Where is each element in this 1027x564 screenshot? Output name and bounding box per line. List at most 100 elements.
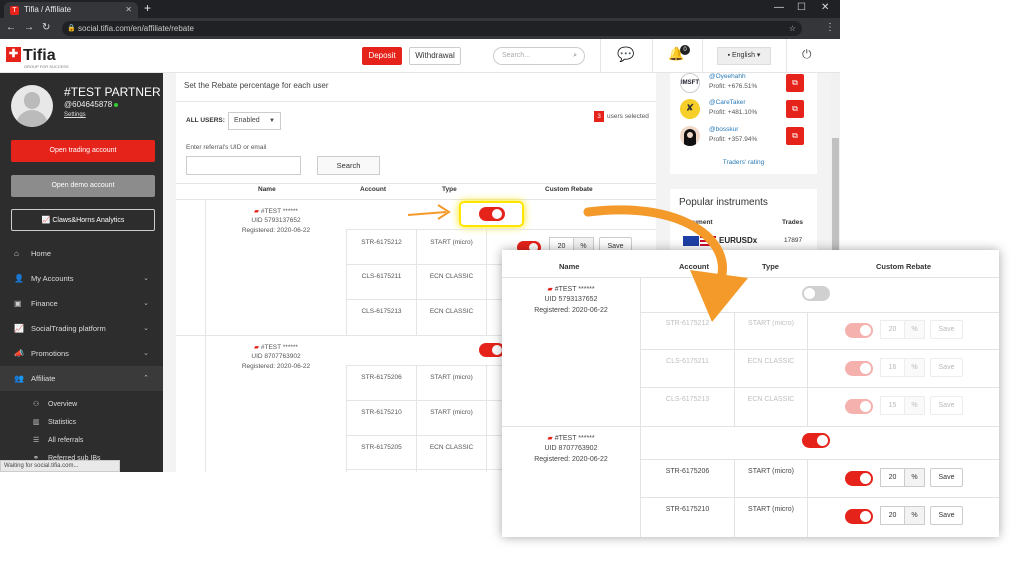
url-text: social.tifia.com/en/affiliate/rebate <box>78 24 194 33</box>
language-select[interactable]: ▪ English ▾ <box>717 47 771 65</box>
analytics-button[interactable]: 📈 Claws&Horns Analytics <box>11 209 155 231</box>
all-users-select[interactable]: Enabled ▼ <box>228 112 281 130</box>
sidebar-sub-statistics[interactable]: ▥ Statistics <box>0 414 163 432</box>
overview-icon: ⚇ <box>33 401 40 408</box>
account-type: START (micro) <box>430 409 473 416</box>
account-id: STR-6175205 <box>361 444 402 451</box>
tab-title: Tifia / Affiliate <box>24 5 72 14</box>
uid-label: Enter referral's UID or email <box>186 144 267 151</box>
sidebar-sub-overview[interactable]: ⚇ Overview <box>0 396 163 414</box>
bar-chart-icon: ▥ <box>33 419 40 426</box>
withdrawal-button[interactable]: Withdrawal <box>409 47 461 65</box>
caret-down-icon: ▼ <box>269 118 275 124</box>
sidebar-item-socialtrading[interactable]: 📈 SocialTrading platform ⌄ <box>0 316 163 341</box>
zoom-account-id: STR-6175212 <box>665 320 710 327</box>
zoom-account-toggle[interactable] <box>845 509 873 524</box>
zoom-account-id: STR-6175210 <box>665 506 710 513</box>
close-tab-icon[interactable]: ✕ <box>125 2 132 18</box>
flag-icon: ▰ <box>547 435 553 442</box>
save-button[interactable]: Save <box>930 506 963 525</box>
logout-icon[interactable]: ⏻ <box>802 47 812 62</box>
settings-link[interactable]: Settings <box>64 112 86 118</box>
search-icon: ⌕ <box>573 52 577 59</box>
chart-icon: 📈 <box>14 324 24 333</box>
sidebar-item-promotions[interactable]: 📣 Promotions ⌄ <box>0 341 163 366</box>
zoom-account-type: START (micro) <box>748 468 794 475</box>
zoom-account-type: START (micro) <box>748 506 794 513</box>
home-icon: ⌂ <box>14 249 19 258</box>
user-registered: Registered: 2020-06-22 <box>241 363 311 370</box>
copy-icon[interactable]: ⧉ <box>786 100 804 118</box>
page-title: Set the Rebate percentage for each user <box>184 81 329 90</box>
col-custom-rebate: Custom Rebate <box>545 186 593 193</box>
chevron-down-icon: ⌄ <box>143 325 149 332</box>
browser-menu-icon[interactable]: ⋮ <box>825 22 835 33</box>
zoom-account-toggle[interactable] <box>845 361 873 376</box>
sidebar-item-my-accounts[interactable]: 👤 My Accounts ⌄ <box>0 266 163 291</box>
money-icon: ▣ <box>14 299 22 308</box>
save-button[interactable]: Save <box>930 320 963 339</box>
zoom-col-type: Type <box>762 262 779 271</box>
zoom-account-toggle[interactable] <box>845 399 873 414</box>
back-icon[interactable]: ← <box>6 22 16 33</box>
traders-rating-link[interactable]: Traders' rating <box>670 159 817 166</box>
save-button[interactable]: Save <box>930 396 963 415</box>
zoom-account-type: ECN CLASSIC <box>747 358 795 365</box>
chart-icon: 📈 <box>41 217 53 224</box>
sidebar-sub-all-referrals[interactable]: ☰ All referrals <box>0 432 163 450</box>
url-field[interactable]: 🔒 social.tifia.com/en/affiliate/rebate ☆ <box>62 21 802 36</box>
trader-item[interactable]: ✘ @CareTaker Profit: +481.10% ⧉ <box>680 97 817 121</box>
reload-icon[interactable]: ↻ <box>42 22 50 33</box>
zoom-user-toggle[interactable] <box>802 286 830 301</box>
browser-tab[interactable]: T Tifia / Affiliate ✕ <box>4 2 138 18</box>
maximize-icon[interactable]: ☐ <box>797 2 806 13</box>
forward-icon[interactable]: → <box>24 22 34 33</box>
close-window-icon[interactable]: ✕ <box>821 2 829 13</box>
sidebar-item-finance[interactable]: ▣ Finance ⌄ <box>0 291 163 316</box>
new-tab-icon[interactable]: + <box>144 1 151 15</box>
user-name: ▰ #TEST ****** <box>254 344 298 351</box>
chat-icon[interactable]: 💬 <box>617 46 634 63</box>
avatar[interactable] <box>11 85 53 127</box>
save-button[interactable]: Save <box>930 468 963 487</box>
chevron-down-icon: ⌄ <box>143 275 149 282</box>
copy-icon[interactable]: ⧉ <box>786 127 804 145</box>
open-demo-account-button[interactable]: Open demo account <box>11 175 155 197</box>
popular-title: Popular instruments <box>679 197 768 208</box>
save-button[interactable]: Save <box>930 358 963 377</box>
zoom-account-id: CLS-6175213 <box>665 396 710 403</box>
status-bar: Waiting for social.tifia.com... <box>0 460 120 472</box>
zoom-user-name: ▰ #TEST ****** <box>547 286 595 293</box>
col-name: Name <box>258 186 276 193</box>
account-type: ECN CLASSIC <box>429 444 474 451</box>
star-icon[interactable]: ☆ <box>789 21 796 36</box>
user-toggle[interactable] <box>479 207 505 221</box>
open-trading-account-button[interactable]: Open trading account <box>11 140 155 162</box>
zoom-account-toggle[interactable] <box>845 323 873 338</box>
uid-input[interactable] <box>186 156 301 175</box>
megaphone-icon: 📣 <box>14 349 24 358</box>
trader-avatar: ✘ <box>680 99 700 119</box>
zoom-user-toggle[interactable] <box>802 433 830 448</box>
zoom-user-uid: UID 5793137652 <box>544 296 598 303</box>
user-registered: Registered: 2020-06-22 <box>241 227 311 234</box>
sidebar-item-home[interactable]: ⌂ Home <box>0 241 163 266</box>
instrument-name[interactable]: EURUSDx <box>719 236 757 245</box>
address-bar: ← → ↻ 🔒 social.tifia.com/en/affiliate/re… <box>0 18 840 39</box>
bell-icon[interactable]: 🔔 0 <box>668 45 690 62</box>
deposit-button[interactable]: Deposit <box>362 47 402 65</box>
copy-icon[interactable]: ⧉ <box>786 74 804 92</box>
account-id: STR-6175212 <box>361 239 402 246</box>
trader-item[interactable]: IMSFT @Oyeehahh Profit: +676.51% ⧉ <box>680 71 817 95</box>
zoom-account-toggle[interactable] <box>845 471 873 486</box>
minimize-icon[interactable]: — <box>774 2 784 13</box>
sidebar-item-affiliate[interactable]: 👥 Affiliate ⌃ <box>0 366 163 391</box>
trader-avatar: IMSFT <box>680 73 700 93</box>
search-button[interactable]: Search <box>317 156 380 175</box>
header-search-input[interactable]: Search... ⌕ <box>493 47 585 65</box>
zoom-account-type: START (micro) <box>748 320 794 327</box>
tifia-logo[interactable]: ✚ Tifia GROUP FOR SUCCESS <box>6 47 69 69</box>
trader-item[interactable]: @bosskur Profit: +357.94% ⧉ <box>680 124 817 148</box>
flag-icon: ▰ <box>254 208 260 215</box>
us-flag-icon <box>700 236 716 246</box>
